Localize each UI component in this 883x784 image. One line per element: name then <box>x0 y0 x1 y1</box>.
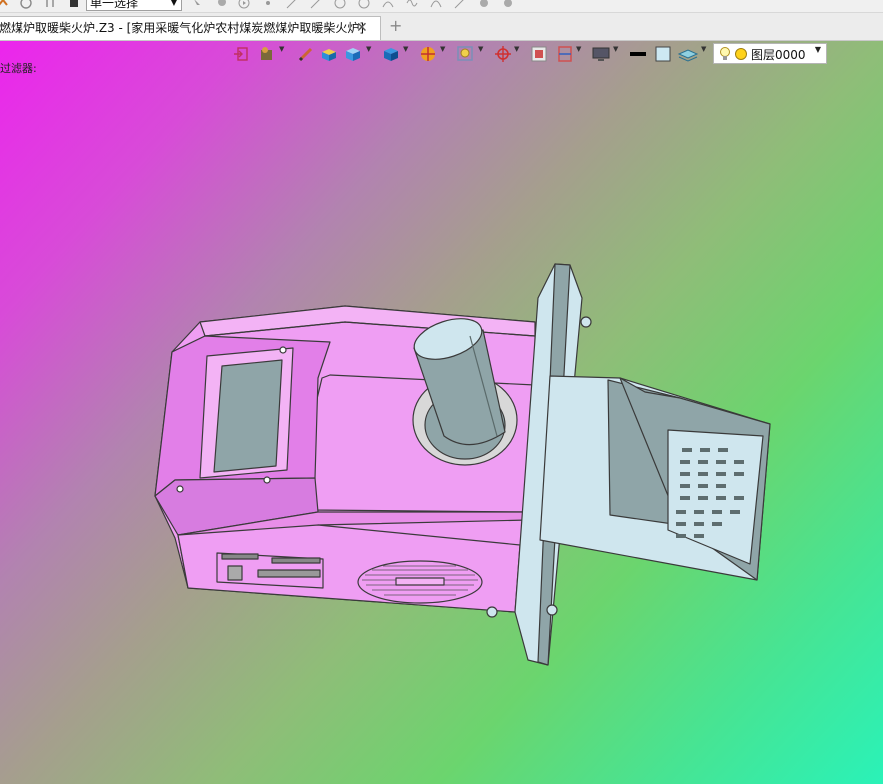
view-frame-icon[interactable] <box>529 44 549 64</box>
viewing-window <box>213 359 283 473</box>
arc-icon[interactable] <box>430 0 442 9</box>
color-wheel-icon[interactable] <box>418 44 438 64</box>
chevron-down-icon: ▼ <box>170 0 177 7</box>
top-toolbar: 单一选择 ▼ <box>0 0 883 13</box>
undo-icon[interactable] <box>0 0 9 9</box>
chevron-down-icon[interactable]: ▼ <box>613 45 618 53</box>
chevron-down-icon[interactable]: ▼ <box>514 45 519 53</box>
selection-mode-value: 单一选择 <box>90 0 139 10</box>
selection-mode-select[interactable]: 单一选择 ▼ <box>86 0 182 11</box>
chevron-down-icon[interactable]: ▼ <box>279 45 284 53</box>
close-icon[interactable]: ✕ <box>356 17 368 39</box>
add-tab-button[interactable]: + <box>389 16 402 36</box>
chevron-down-icon[interactable]: ▼ <box>366 45 371 53</box>
filter-label: 过滤器: <box>0 62 37 75</box>
document-tab-title: 燃煤炉取暖柴火炉.Z3 - [家用采暖气化炉农村煤炭燃煤炉取暖柴火炉] <box>0 21 364 35</box>
heater-3d-model[interactable] <box>150 258 780 670</box>
light-bulb-icon[interactable] <box>719 46 731 62</box>
circle-icon[interactable] <box>358 0 370 9</box>
chevron-down-icon[interactable]: ▼ <box>701 45 706 53</box>
shaded-cube-icon[interactable] <box>319 44 339 64</box>
cube-icon[interactable] <box>343 44 363 64</box>
pointer-icon[interactable] <box>68 0 80 9</box>
gear-icon[interactable] <box>478 0 490 9</box>
home-view-icon[interactable] <box>257 44 277 64</box>
document-tab[interactable]: 燃煤炉取暖柴火炉.Z3 - [家用采暖气化炉农村煤炭燃煤炉取暖柴火炉] ✕ <box>0 16 381 40</box>
info-icon[interactable] <box>20 0 32 9</box>
gear-icon[interactable] <box>502 0 514 9</box>
point-icon[interactable] <box>262 0 274 9</box>
circle-icon[interactable] <box>334 0 346 9</box>
chevron-down-icon[interactable]: ▼ <box>403 45 408 53</box>
curve-icon[interactable] <box>382 0 394 9</box>
chevron-down-icon[interactable]: ▼ <box>440 45 445 53</box>
line-icon[interactable] <box>310 0 322 9</box>
play-icon[interactable] <box>238 0 250 9</box>
stop-icon[interactable] <box>44 0 56 9</box>
axis-icon[interactable] <box>493 44 513 64</box>
spline-icon[interactable] <box>406 0 418 9</box>
chevron-down-icon: ▼ <box>814 45 821 54</box>
chevron-down-icon[interactable]: ▼ <box>576 45 581 53</box>
document-tab-bar: 燃煤炉取暖柴火炉.Z3 - [家用采暖气化炉农村煤炭燃煤炉取暖柴火炉] ✕ <box>0 13 883 41</box>
select-icon[interactable] <box>192 0 204 9</box>
layer-select[interactable]: 图层0000 ▼ <box>713 43 827 64</box>
pick-icon[interactable] <box>216 0 228 9</box>
display-mode-icon[interactable] <box>381 44 401 64</box>
pencil-icon[interactable] <box>297 44 315 64</box>
line-color-icon[interactable] <box>628 44 648 64</box>
line-icon[interactable] <box>454 0 466 9</box>
layer-name: 图层0000 <box>751 48 806 62</box>
fill-color-icon[interactable] <box>653 44 673 64</box>
chevron-down-icon[interactable]: ▼ <box>478 45 483 53</box>
layer-manager-icon[interactable] <box>677 44 699 64</box>
exit-icon[interactable] <box>233 44 251 64</box>
section-icon[interactable] <box>555 44 575 64</box>
zoom-fit-icon[interactable] <box>456 44 476 64</box>
monitor-icon[interactable] <box>591 44 611 64</box>
layer-status-icon[interactable] <box>734 47 748 61</box>
line-icon[interactable] <box>286 0 298 9</box>
